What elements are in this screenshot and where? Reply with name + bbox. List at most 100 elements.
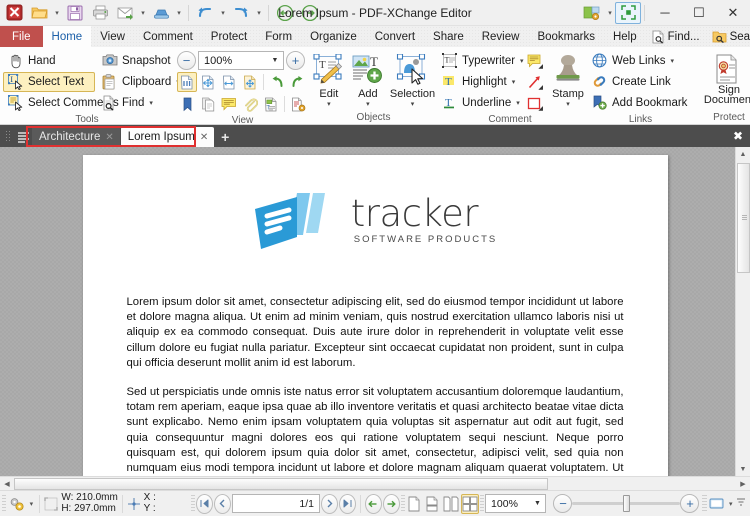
scroll-left-button[interactable]: ◀ [0,477,14,491]
sticky-note-caret[interactable]: ◢ [538,63,543,70]
highlight-button[interactable]: T Highlight ▾ [439,72,523,92]
search-button[interactable]: Search... [707,27,750,46]
email-icon[interactable] [113,2,137,24]
maximize-button[interactable]: ☐ [682,0,716,26]
zoom-slider-thumb[interactable] [623,495,631,512]
document-tab-architecture[interactable]: Architecture ✕ [32,127,120,147]
document-tab-lorem-ipsum[interactable]: Lorem Ipsum ✕ [120,127,215,147]
sign-document-button[interactable]: Sign Document [700,51,750,106]
zoom-in-button[interactable]: + [286,51,305,70]
tab-protect[interactable]: Protect [202,26,256,47]
tab-organize[interactable]: Organize [301,26,366,47]
zoom-level-combo[interactable]: 100% ▼ [198,51,284,70]
navigate-back-button[interactable] [364,493,382,514]
fullscreen-toggle-icon[interactable] [615,1,641,24]
add-bookmark-button[interactable]: Add Bookmark [587,93,694,113]
horizontal-scroll-track[interactable] [14,477,736,491]
close-all-tabs-button[interactable]: ✖ [729,129,747,143]
single-page-continuous-button[interactable] [424,494,441,514]
scroll-up-button[interactable]: ▲ [735,147,750,161]
selection-caret[interactable]: ▾ [411,101,415,108]
vertical-scrollbar[interactable]: ▲ ▼ [735,147,750,476]
properties-icon[interactable] [288,94,308,114]
stamp-button[interactable]: Stamp ▾ [550,51,586,109]
tab-review[interactable]: Review [473,26,529,47]
email-dropdown-caret[interactable]: ▾ [138,2,148,24]
tab-bookmarks[interactable]: Bookmarks [528,26,604,47]
document-viewport[interactable]: tracker SOFTWARE PRODUCTS Lorem ipsum do… [0,147,750,476]
selection-button[interactable]: Selection ▾ [389,51,436,109]
rectangle-annotation-caret[interactable]: ◢ [538,105,543,112]
snapshot-tool-button[interactable]: Snapshot [97,51,175,71]
chevron-down-icon[interactable]: ▼ [531,500,543,507]
close-button[interactable]: ✕ [716,0,750,26]
arrow-annotation-caret[interactable]: ◢ [538,84,543,91]
scan-dropdown-caret[interactable]: ▾ [174,2,184,24]
bookmarks-pane-icon[interactable] [177,94,197,114]
find-button[interactable]: Find... [646,27,705,46]
web-links-button[interactable]: Web Links ▾ [587,51,694,71]
fullscreen-view-caret[interactable]: ▾ [727,493,735,515]
highlight-caret[interactable]: ▾ [512,78,516,86]
zoom-slider-track[interactable] [572,495,681,512]
thumbnails-pane-icon[interactable] [198,94,218,114]
edit-content-button[interactable]: T Edit ▾ [311,51,347,109]
undo-icon[interactable] [193,2,217,24]
fit-width-icon[interactable] [198,72,218,92]
customize-dropdown-caret[interactable]: ▾ [605,2,615,24]
customize-toolbar-icon[interactable] [579,2,605,24]
vertical-scroll-track[interactable] [735,161,750,462]
underline-button[interactable]: T Underline ▾ [439,93,523,113]
last-page-button[interactable] [338,493,356,514]
rotate-right-icon[interactable] [288,72,308,92]
close-icon[interactable]: ✕ [105,132,113,143]
actual-size-icon[interactable] [240,72,260,92]
content-pane-icon[interactable]: T [261,94,281,114]
settings-caret[interactable]: ▾ [27,493,35,515]
next-view-icon[interactable] [298,2,322,24]
save-icon[interactable] [63,2,87,24]
undo-dropdown-caret[interactable]: ▾ [218,2,228,24]
new-tab-button[interactable]: + [215,127,235,147]
rectangle-annotation-button[interactable]: ◢ [524,93,544,113]
tab-form[interactable]: Form [256,26,301,47]
add-content-button[interactable]: T Add ▾ [350,51,386,109]
horizontal-scrollbar[interactable]: ◀ ▶ [0,476,750,490]
arrow-annotation-button[interactable]: ◢ [524,72,544,92]
single-page-button[interactable] [406,494,423,514]
find-caret[interactable]: ▾ [149,99,153,107]
edit-content-caret[interactable]: ▾ [327,101,331,108]
zoom-out-button[interactable]: − [177,51,196,70]
scroll-right-button[interactable]: ▶ [736,477,750,491]
tab-home[interactable]: Home [42,26,92,47]
print-icon[interactable] [88,2,112,24]
fit-page-icon[interactable] [177,72,197,92]
tab-view[interactable]: View [91,26,134,47]
open-icon[interactable] [27,2,51,24]
add-content-caret[interactable]: ▾ [366,101,370,108]
resize-grip-icon[interactable] [736,497,748,511]
chevron-down-icon[interactable]: ▼ [269,57,281,64]
close-icon[interactable]: ✕ [200,132,208,143]
app-logo-icon[interactable] [2,2,26,24]
status-zoom-combo[interactable]: 100% ▼ [485,494,547,513]
scroll-down-button[interactable]: ▼ [735,462,750,476]
select-text-tool-button[interactable]: I Select Text [3,72,95,92]
fullscreen-view-button[interactable] [708,494,726,514]
tab-comment[interactable]: Comment [134,26,202,47]
attachments-pane-icon[interactable] [240,94,260,114]
settings-button[interactable] [7,494,26,514]
minimize-button[interactable]: ─ [648,0,682,26]
vertical-scroll-thumb[interactable] [736,163,750,273]
find-tool-button[interactable]: Find ▾ [97,93,175,113]
status-zoom-in-button[interactable]: + [680,494,700,513]
two-pages-button[interactable] [442,494,460,514]
select-comments-tool-button[interactable]: Select Comments [3,93,119,113]
rotate-left-icon[interactable] [267,72,287,92]
tab-help[interactable]: Help [604,26,646,47]
tab-list-icon[interactable] [14,127,32,147]
hand-tool-button[interactable]: Hand [3,51,95,71]
web-links-caret[interactable]: ▾ [670,57,674,65]
redo-icon[interactable] [229,2,253,24]
two-pages-continuous-button[interactable] [460,493,479,514]
